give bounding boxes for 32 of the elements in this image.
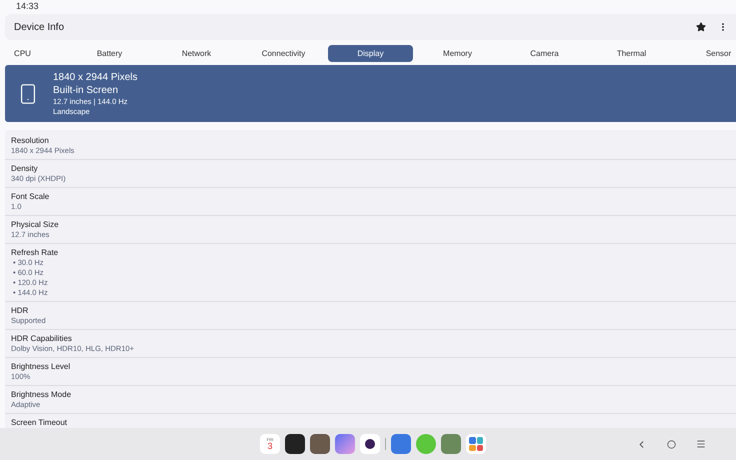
- tab[interactable]: Camera: [502, 45, 587, 62]
- tab[interactable]: Memory: [415, 45, 500, 62]
- row-label: Density: [11, 163, 39, 174]
- calendar-date: 3: [267, 442, 272, 450]
- tab[interactable]: Sensor: [676, 45, 736, 62]
- tab[interactable]: Connectivity: [241, 45, 326, 62]
- banner-title: 1840 x 2944 Pixels: [53, 70, 138, 84]
- tab[interactable]: CPU: [0, 45, 65, 62]
- status-time: 14:33: [16, 0, 39, 13]
- home-icon[interactable]: [667, 440, 676, 448]
- row-label: Resolution: [11, 135, 50, 146]
- camera-app-icon[interactable]: [360, 434, 380, 454]
- tab[interactable]: Network: [154, 45, 239, 62]
- app-grid-icon[interactable]: [466, 434, 486, 454]
- row-label: HDR: [11, 305, 30, 316]
- row-label: Screen Timeout: [11, 417, 68, 428]
- app-title: Device Info: [14, 20, 64, 34]
- menu-icon[interactable]: [696, 439, 706, 449]
- gradient-app-icon[interactable]: [335, 434, 355, 454]
- row-label: Physical Size: [11, 219, 60, 230]
- row-label: Font Scale: [11, 191, 50, 202]
- app-icon-placeholder[interactable]: [441, 434, 461, 454]
- banner-subtitle: Built-in Screen: [53, 84, 120, 96]
- row-label: Brightness Level: [11, 361, 72, 372]
- row-label: Refresh Rate: [11, 247, 60, 258]
- tab[interactable]: Thermal: [589, 45, 674, 62]
- row-label: Brightness Mode: [11, 389, 72, 400]
- star-icon[interactable]: [696, 22, 706, 32]
- app-icon-placeholder[interactable]: [310, 434, 330, 454]
- tab[interactable]: Battery: [67, 45, 152, 62]
- tab[interactable]: Display: [328, 45, 413, 62]
- row-label: HDR Capabilities: [11, 333, 73, 344]
